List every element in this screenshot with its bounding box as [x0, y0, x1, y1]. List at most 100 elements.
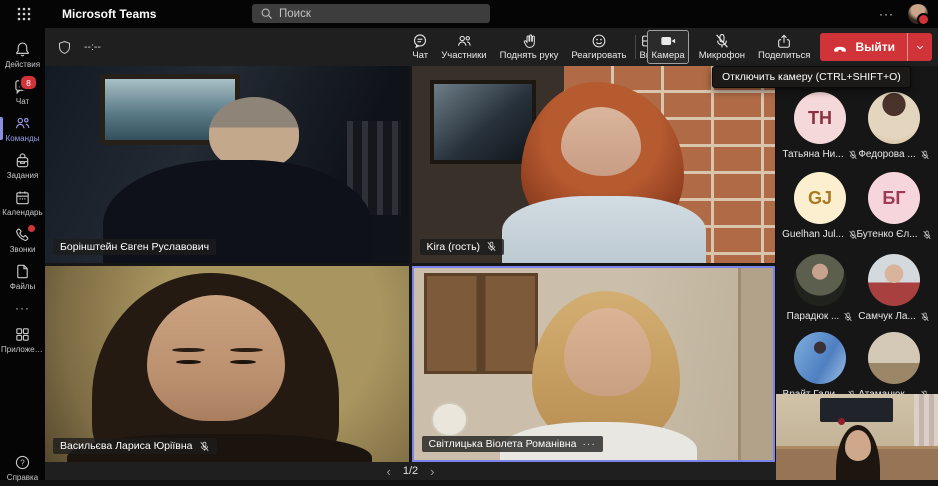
button-label: Поделиться — [757, 50, 811, 61]
video-tile-borinshtein[interactable]: Борінштейн Євген Руславович — [45, 66, 409, 263]
svg-text:?: ? — [20, 458, 25, 467]
avatar-photo — [868, 332, 920, 384]
apps-grid-icon — [16, 327, 29, 341]
self-view-video[interactable] — [776, 394, 938, 480]
search-icon — [261, 8, 272, 19]
roster-participant[interactable]: Врайт Гали... — [780, 332, 860, 400]
sidebar-label: Календарь — [2, 207, 43, 217]
camera-button[interactable]: Камера — [647, 30, 689, 64]
participant-name: Федорова ... — [858, 149, 916, 160]
video-feed — [45, 66, 409, 263]
avatar-initials: ТН — [794, 92, 846, 144]
calls-notification-dot — [28, 225, 35, 232]
leave-options-caret[interactable] — [908, 33, 932, 61]
sidebar-label: Действия — [4, 59, 41, 69]
button-label: Выйти — [855, 40, 895, 54]
sidebar-item-calendar[interactable]: Календарь — [0, 184, 45, 221]
video-tile-kira[interactable]: Kira (гость) — [411, 66, 775, 263]
avatar-photo — [794, 332, 846, 384]
roster-participant[interactable]: Парадюк ... — [780, 254, 860, 322]
mic-muted-icon — [199, 441, 210, 452]
roster-participant[interactable]: ТН Татьяна Ни... — [780, 92, 860, 160]
share-icon — [778, 34, 791, 48]
person-face — [844, 430, 871, 462]
sidebar-label: Команды — [5, 133, 40, 143]
video-tile-svitlytska[interactable]: Світлицька Віолета Романівна ··· — [411, 265, 775, 462]
rose-decoration — [837, 418, 845, 426]
sidebar-item-calls[interactable]: Звонки — [0, 221, 45, 258]
roster-participant[interactable]: Федорова ... — [854, 92, 934, 160]
page-indicator: 1/2 — [402, 465, 419, 477]
camera-tooltip: Отключить камеру (CTRL+SHIFT+O) — [712, 66, 911, 88]
button-label: Микрофон — [698, 50, 745, 61]
shield-icon — [59, 40, 70, 54]
mic-muted-icon — [714, 33, 730, 49]
sidebar-item-teams[interactable]: Команды — [0, 110, 45, 147]
chevron-down-icon — [916, 45, 924, 50]
video-tile-vasylieva[interactable]: Васильєва Лариса Юріївна — [45, 265, 409, 462]
roster-participant[interactable]: Самчук Ла... — [854, 254, 934, 322]
participant-name: Борінштейн Євген Руславович — [60, 240, 210, 253]
button-label: Участники — [441, 50, 487, 61]
participant-name: Kira (гость) — [426, 240, 481, 253]
react-button[interactable]: Реагировать — [568, 31, 629, 63]
mic-muted-icon — [486, 241, 497, 252]
next-page-button[interactable]: › — [430, 465, 434, 478]
button-label: Чат — [412, 50, 429, 61]
active-accent-bar — [0, 117, 3, 140]
participant-name: Самчук Ла... — [858, 311, 916, 322]
search-placeholder: Поиск — [279, 7, 311, 20]
raise-hand-button[interactable]: Поднять руку — [497, 31, 562, 63]
sidebar-item-activity[interactable]: Действия — [0, 36, 45, 73]
participant-nametag: Борінштейн Євген Руславович — [53, 238, 217, 255]
hang-up-icon — [834, 46, 847, 52]
raise-hand-icon — [523, 34, 535, 48]
mic-muted-icon — [843, 312, 853, 322]
teams-icon — [15, 117, 30, 128]
sidebar-label: Чат — [15, 96, 30, 106]
sidebar-item-files[interactable]: Файлы — [0, 258, 45, 295]
sidebar-item-chat[interactable]: Чат 8 — [0, 73, 45, 110]
leave-button[interactable]: Выйти — [820, 33, 932, 61]
participant-name: Татьяна Ни... — [782, 149, 844, 160]
participant-name: Світлицька Віолета Романівна — [428, 438, 577, 450]
video-grid: Борінштейн Євген Руславович Kira (гость)… — [45, 66, 775, 462]
participant-more-button[interactable]: ··· — [582, 438, 596, 450]
sidebar-more-button[interactable]: ··· — [15, 295, 30, 321]
participant-nametag: Kira (гость) — [419, 238, 505, 255]
bell-icon — [16, 42, 29, 56]
sidebar-item-apps[interactable]: Приложен... — [0, 321, 45, 358]
meeting-chat-icon — [414, 34, 427, 49]
app-title: Microsoft Teams — [62, 7, 157, 21]
user-avatar[interactable] — [908, 4, 930, 26]
meeting-timer: --:-- — [84, 41, 101, 53]
avatar-initials: БГ — [868, 172, 920, 224]
sidebar-label: Задания — [6, 170, 39, 180]
roster-participant[interactable]: GJ Guelhan Jul... — [780, 172, 860, 240]
microphone-button[interactable]: Микрофон — [696, 31, 748, 63]
previous-page-button[interactable]: ‹ — [387, 465, 391, 478]
file-icon — [17, 264, 28, 278]
titlebar-more-button[interactable]: ··· — [879, 7, 894, 21]
app-launcher-icon[interactable] — [16, 6, 32, 22]
share-button[interactable]: Поделиться — [755, 31, 813, 63]
toolbar-separator — [635, 35, 637, 59]
roster-participant[interactable]: Атаманюк ... — [854, 332, 934, 400]
search-input[interactable]: Поиск — [252, 4, 490, 23]
participants-button[interactable]: Участники — [438, 31, 489, 63]
meeting-chat-button[interactable]: Чат — [409, 31, 431, 63]
sidebar-label: Звонки — [9, 244, 36, 254]
button-label: Поднять руку — [499, 50, 559, 61]
meeting-toolbar: --:-- Чат Участники Поднять руку Реагиро… — [45, 28, 938, 66]
avatar-photo — [868, 92, 920, 144]
mic-muted-icon — [922, 230, 932, 240]
sidebar-item-assignments[interactable]: Задания — [0, 147, 45, 184]
participant-nametag: Світлицька Віолета Романівна ··· — [421, 436, 603, 452]
mic-muted-icon — [920, 150, 930, 160]
roster-participant[interactable]: БГ Бутенко Єл... — [854, 172, 934, 240]
sidebar-label: Файлы — [9, 281, 36, 291]
video-feed — [413, 267, 773, 461]
sidebar-item-help[interactable]: ? Справка — [0, 449, 45, 486]
calendar-icon — [16, 190, 29, 204]
avatar-photo — [868, 254, 920, 306]
